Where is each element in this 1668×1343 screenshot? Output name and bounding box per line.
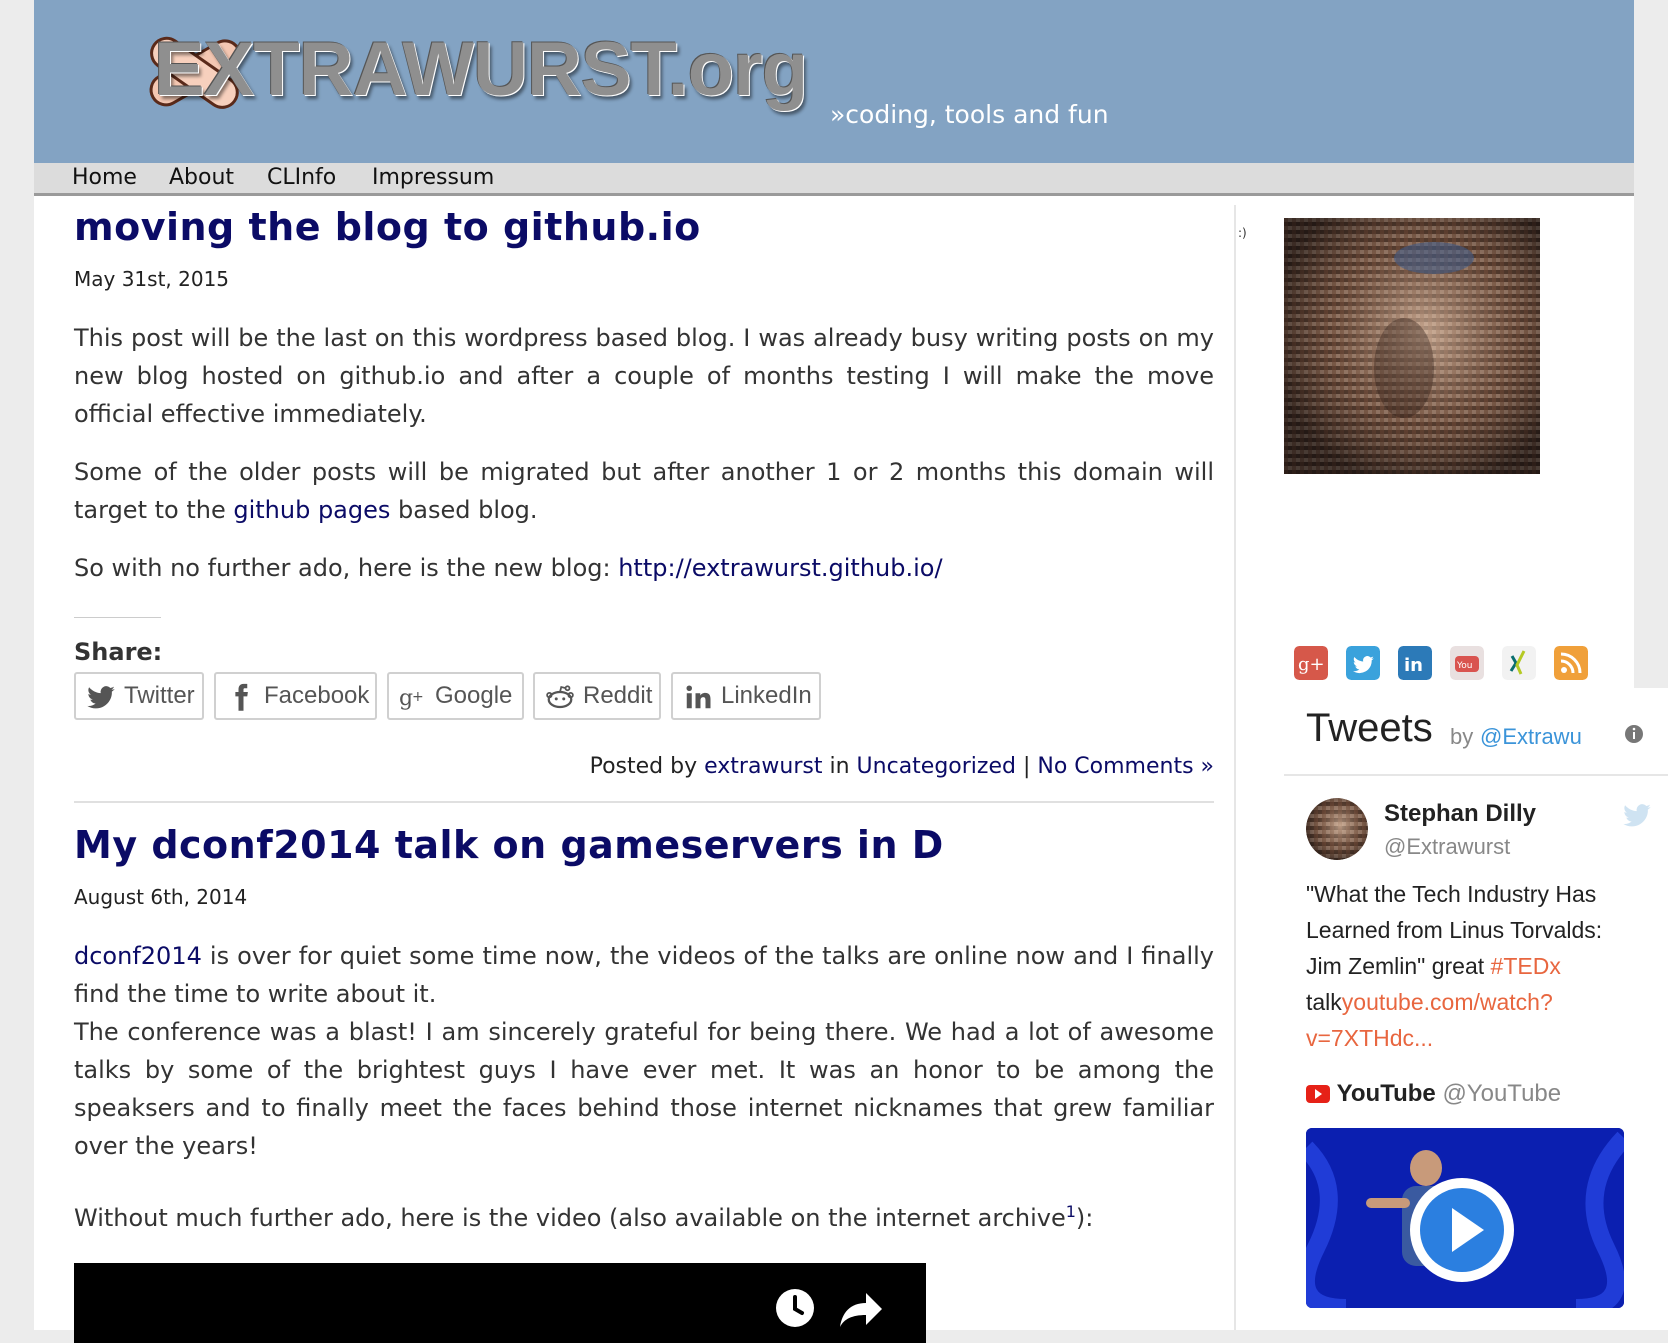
main-nav: Home About CLInfo Impressum [34,163,1634,196]
meta-separator: | [1015,754,1038,779]
share-facebook-label: Facebook [264,682,370,709]
nav-home[interactable]: Home [72,163,137,193]
tweet-body: talk [1306,989,1342,1015]
watch-later-icon[interactable] [774,1287,816,1329]
rss-icon[interactable] [1554,646,1588,680]
tweet-hashtag[interactable]: #TEDx [1491,953,1561,979]
share-reddit-button[interactable]: Reddit [533,672,661,720]
youtube-card-header[interactable]: YouTube @YouTube [1306,1080,1561,1108]
tweet-author-name[interactable]: Stephan Dilly [1384,800,1536,828]
post-paragraph: This post will be the last on this wordp… [74,324,1214,428]
share-buttons: Twitter Facebook g + Google Reddit Linked… [74,672,1214,726]
facebook-icon [235,683,248,711]
post-body: dconf2014 is over for quiet some time no… [74,937,1214,1237]
mosaic-avatar-image [1284,218,1540,474]
svg-text:g: g [399,686,413,711]
tweets-handle-link[interactable]: @Extrawu [1480,724,1582,750]
post-text: ): [1075,1204,1094,1232]
main-content: moving the blog to github.io May 31st, 2… [74,205,1214,1343]
post-paragraph: The conference was a blast! I am sincere… [74,1018,1214,1160]
google-plus-icon[interactable]: g+ [1294,646,1328,680]
google-plus-icon: g+ [399,686,424,711]
svg-text:You: You [1456,661,1473,671]
post-title-link[interactable]: moving the blog to github.io [74,205,701,249]
youtube-name: YouTube [1336,1080,1436,1107]
linkedin-icon[interactable]: in [1398,646,1432,680]
site-tagline: »coding, tools and fun [830,100,1109,129]
site-header: EXTRAWURST.org »coding, tools and fun [34,0,1634,163]
post-text: is over for quiet some time now, the vid… [74,942,1214,1008]
linkedin-icon [686,685,711,709]
post-text: So with no further ado, here is the new … [74,554,619,582]
share-linkedin-button[interactable]: LinkedIn [671,672,821,720]
comments-link[interactable]: No Comments » [1037,754,1214,779]
nav-impressum[interactable]: Impressum [372,163,494,193]
post-body: This post will be the last on this wordp… [74,319,1214,587]
tweet-link[interactable]: youtube.com/watch?v=7XTHdc... [1306,989,1553,1051]
share-facebook-button[interactable]: Facebook [214,672,377,720]
share-reddit-label: Reddit [583,682,653,709]
reddit-icon [546,685,574,709]
svg-text:in: in [1404,655,1423,676]
new-blog-link[interactable]: http://extrawurst.github.io/ [618,554,942,582]
xing-icon[interactable] [1502,646,1536,680]
post-paragraph: Some of the older posts will be migrated… [74,453,1214,529]
nav-about[interactable]: About [169,163,234,193]
youtube-handle: @YouTube [1442,1080,1562,1107]
sidebar-divider [1234,205,1236,1330]
dconf-link[interactable]: dconf2014 [74,942,202,970]
twitter-icon[interactable] [1346,646,1380,680]
youtube-icon[interactable]: You [1450,646,1484,680]
posted-by-text: Posted by [589,754,705,779]
youtube-icon [1306,1085,1330,1103]
video-thumbnail[interactable] [1306,1128,1624,1308]
share-twitter-button[interactable]: Twitter [74,672,204,720]
share-google-label: Google [435,682,513,709]
post-paragraph: dconf2014 is over for quiet some time no… [74,937,1214,1013]
site-logo[interactable]: EXTRAWURST.org [126,20,808,120]
share-arrow-icon[interactable] [838,1289,884,1329]
play-button-icon[interactable] [1406,1174,1518,1286]
post-paragraph: Without much further ado, here is the vi… [74,1193,1214,1237]
footnote-ref[interactable]: 1 [1066,1202,1076,1221]
twitter-bird-icon[interactable] [1620,800,1654,830]
nav-clinfo[interactable]: CLInfo [267,163,336,193]
svg-text:g+: g+ [1298,654,1325,675]
twitter-icon [87,686,115,709]
divider [74,617,161,618]
post-title-link[interactable]: My dconf2014 talk on gameservers in D [74,823,944,867]
tweet-author-avatar[interactable] [1306,798,1368,860]
post-meta: Posted by extrawurst in Uncategorized | … [74,754,1214,779]
page: EXTRAWURST.org »coding, tools and fun Ho… [34,0,1668,1343]
posted-in-text: in [822,754,857,779]
share-label: Share: [74,638,163,666]
logo-text: EXTRAWURST.org [154,27,808,112]
post-date: August 6th, 2014 [74,885,248,909]
smiley-text: :) [1238,226,1247,240]
category-link[interactable]: Uncategorized [857,754,1016,779]
video-player[interactable] [74,1263,926,1343]
post: moving the blog to github.io May 31st, 2… [74,205,1214,803]
post-title[interactable]: moving the blog to github.io [74,205,1214,249]
post-date: May 31st, 2015 [74,267,230,291]
svg-text:+: + [412,689,424,705]
post-paragraph: So with no further ado, here is the new … [74,549,1214,587]
post-text: based blog. [390,496,538,524]
tweets-by: by [1450,724,1474,749]
widget-divider [1284,774,1668,776]
tweets-heading: Tweets [1306,706,1433,750]
post: My dconf2014 talk on gameservers in D Au… [74,823,1214,1237]
post-text: Without much further ado, here is the vi… [74,1204,1066,1232]
author-link[interactable]: extrawurst [704,754,822,779]
share-linkedin-label: LinkedIn [721,682,812,709]
tweets-widget: Tweets by @Extrawu Stephan Dilly @Extraw… [1284,688,1668,1330]
post-divider [74,801,1214,803]
github-pages-link[interactable]: github pages [233,496,390,524]
share-google-button[interactable]: g + Google [387,672,524,720]
share-twitter-label: Twitter [124,682,195,709]
tweet-author-handle[interactable]: @Extrawurst [1384,834,1510,860]
post-title[interactable]: My dconf2014 talk on gameservers in D [74,823,1214,867]
info-icon[interactable] [1624,724,1644,744]
tweet-text: "What the Tech Industry Has Learned from… [1306,876,1626,1056]
